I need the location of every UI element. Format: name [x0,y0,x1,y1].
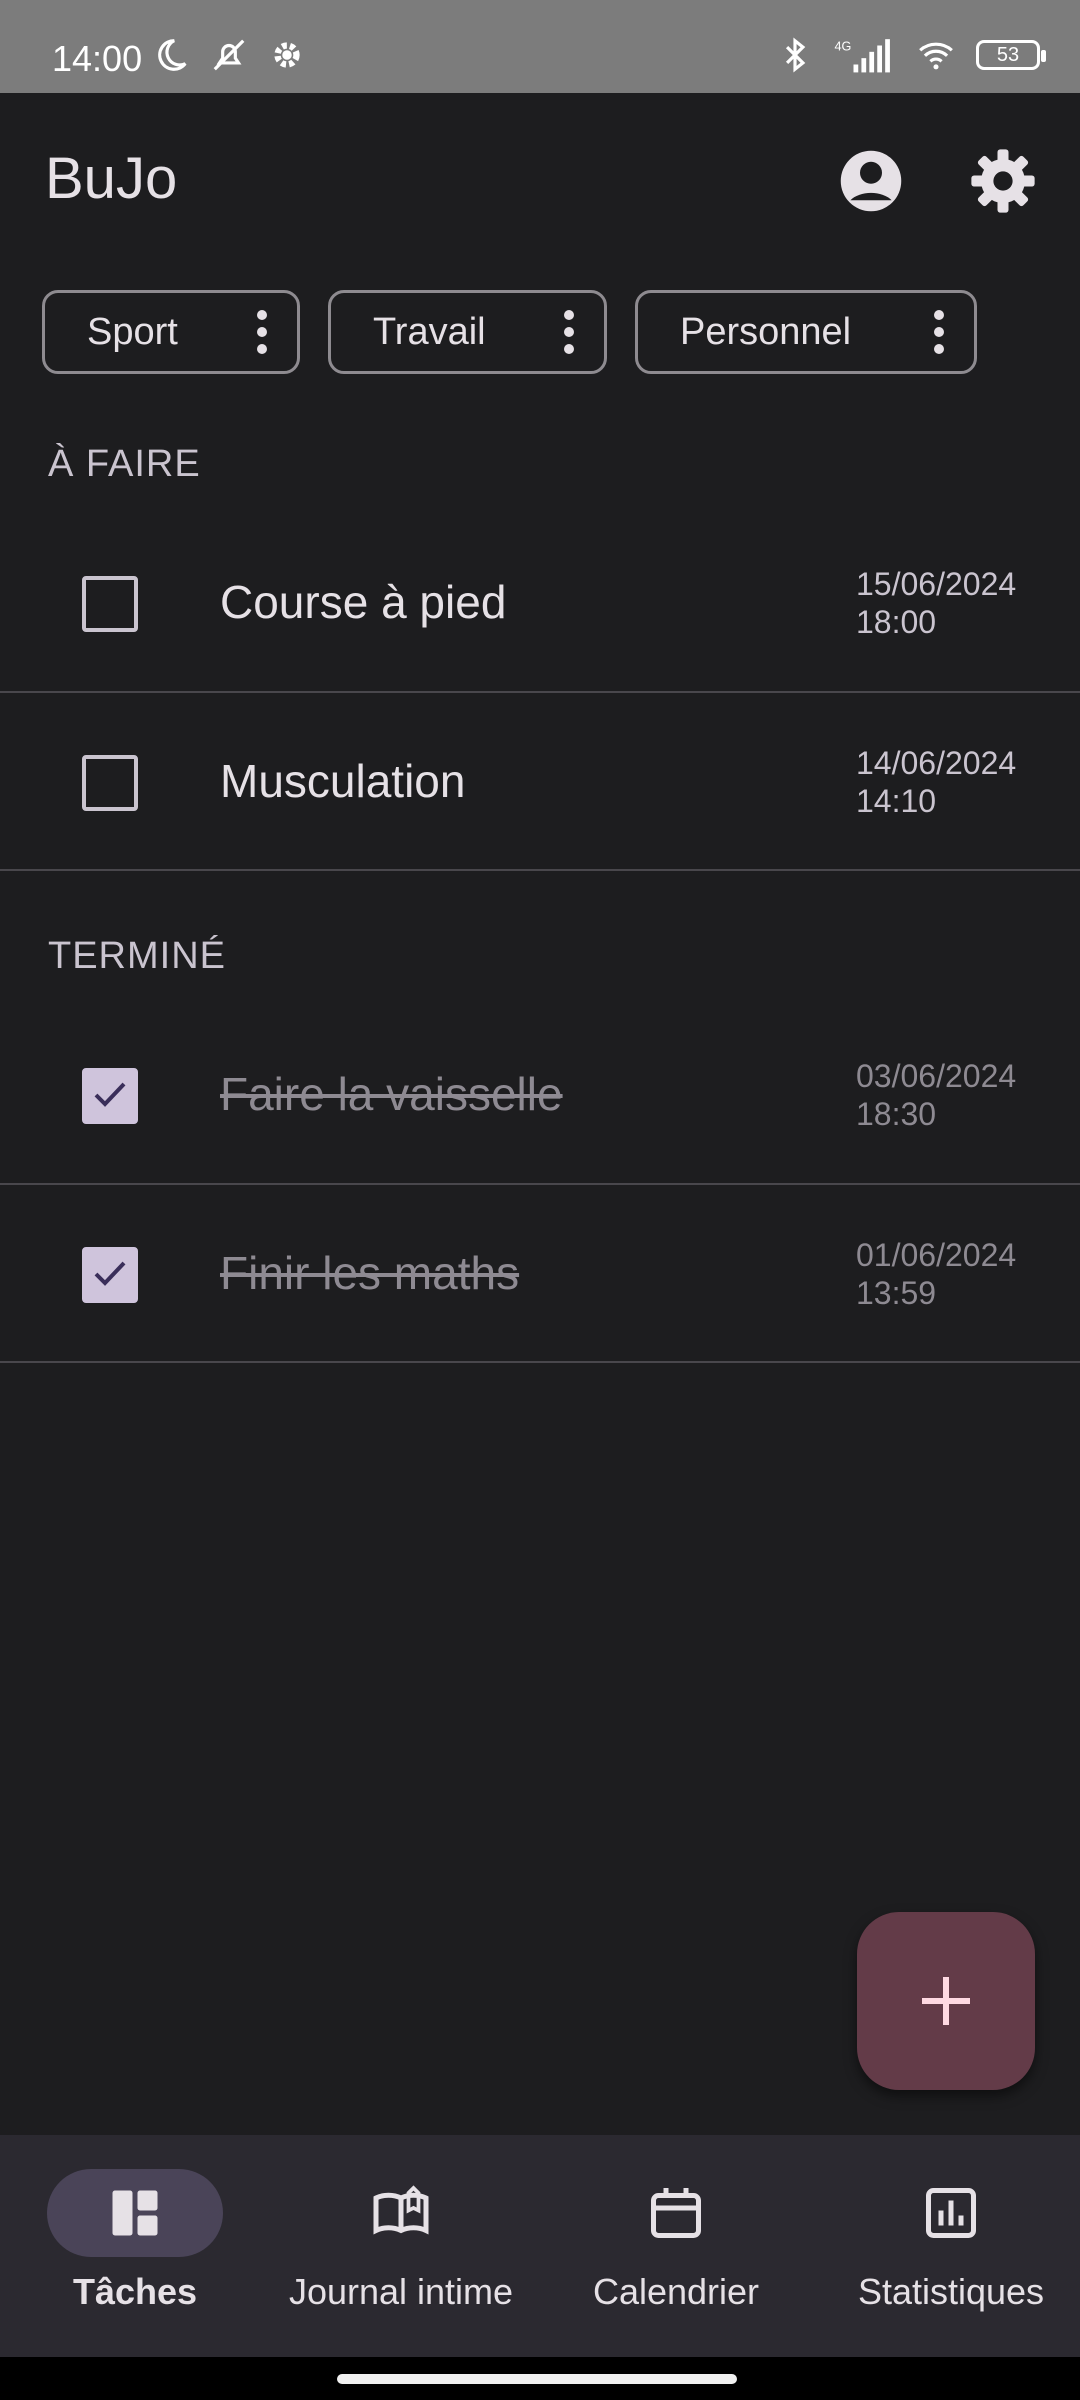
task-datetime: 15/06/2024 18:00 [856,565,1016,641]
task-time: 18:00 [856,604,937,640]
chip-sport[interactable]: Sport [42,290,300,374]
section-header-todo: À FAIRE [48,443,201,485]
task-title: Musculation [220,755,466,807]
task-date: 14/06/2024 [856,745,1017,781]
more-vert-icon[interactable] [934,310,944,354]
status-icons-right: 4G 53 [776,36,1046,74]
task-time: 13:59 [856,1275,937,1311]
account-icon[interactable] [838,148,904,214]
bottom-navigation: Tâches Journal intime Calendrier Statist… [0,2135,1080,2357]
task-row[interactable]: Finir les maths 01/06/2024 13:59 [0,1185,1080,1363]
nav-label: Calendrier [592,2271,760,2312]
nav-label: Statistiques [857,2271,1045,2312]
more-vert-icon[interactable] [257,310,267,354]
app-bar: BuJo [0,93,1080,273]
task-checkbox[interactable] [82,755,138,811]
task-row[interactable]: Faire la vaisselle 03/06/2024 18:30 [0,1007,1080,1185]
task-title: Course à pied [220,576,507,628]
moon-icon [158,39,187,71]
chip-personnel[interactable]: Personnel [635,290,977,374]
task-time: 14:10 [856,783,937,819]
calendar-icon [651,2188,701,2238]
task-row[interactable]: Musculation 14/06/2024 14:10 [0,693,1080,871]
check-icon [94,1082,126,1107]
gear-icon [274,42,300,68]
nav-item-calendrier[interactable]: Calendrier [541,2135,811,2357]
task-datetime: 01/06/2024 13:59 [856,1236,1016,1312]
category-chips: Sport Travail Personnel [42,290,977,374]
nav-label: Journal intime [288,2271,514,2312]
task-datetime: 03/06/2024 18:30 [856,1057,1016,1133]
dashboard-icon [112,2190,158,2236]
task-time: 18:30 [856,1096,937,1132]
nav-label: Tâches [72,2271,198,2312]
task-row[interactable]: Course à pied 15/06/2024 18:00 [0,515,1080,693]
task-checkbox[interactable] [82,576,138,632]
task-date: 15/06/2024 [856,566,1017,602]
check-icon [94,1261,126,1286]
nav-item-statistiques[interactable]: Statistiques [816,2135,1080,2357]
task-date: 01/06/2024 [856,1237,1017,1273]
book-icon [373,2185,429,2235]
task-title: Finir les maths [220,1247,520,1299]
chip-label: Travail [373,310,486,353]
status-icons-left [152,36,306,74]
bluetooth-icon [785,37,806,73]
chart-icon [926,2188,976,2238]
settings-icon[interactable] [970,148,1036,214]
task-title: Faire la vaisselle [220,1068,563,1120]
section-header-done: TERMINÉ [48,935,226,977]
network-type: 4G [835,39,852,53]
gesture-navigation-area [0,2357,1080,2400]
chip-label: Personnel [680,310,852,353]
battery-icon: 53 [976,40,1046,70]
nav-item-taches[interactable]: Tâches [0,2135,270,2357]
chip-label: Sport [87,310,178,353]
task-checkbox-checked[interactable] [82,1247,138,1303]
task-date: 03/06/2024 [856,1058,1017,1094]
home-gesture-bar[interactable] [337,2374,737,2384]
app-title: BuJo [45,146,178,211]
more-vert-icon[interactable] [564,310,574,354]
add-task-button[interactable] [857,1912,1035,2090]
status-bar: 14:00 4G 53 [0,0,1080,93]
status-time: 14:00 [52,38,143,79]
signal-icon: 4G [835,39,890,73]
notifications-off-icon [213,39,245,71]
task-checkbox-checked[interactable] [82,1068,138,1124]
nav-item-journal[interactable]: Journal intime [266,2135,536,2357]
chip-travail[interactable]: Travail [328,290,607,374]
wifi-icon [919,42,953,70]
task-datetime: 14/06/2024 14:10 [856,744,1016,820]
plus-icon [922,1977,970,2025]
